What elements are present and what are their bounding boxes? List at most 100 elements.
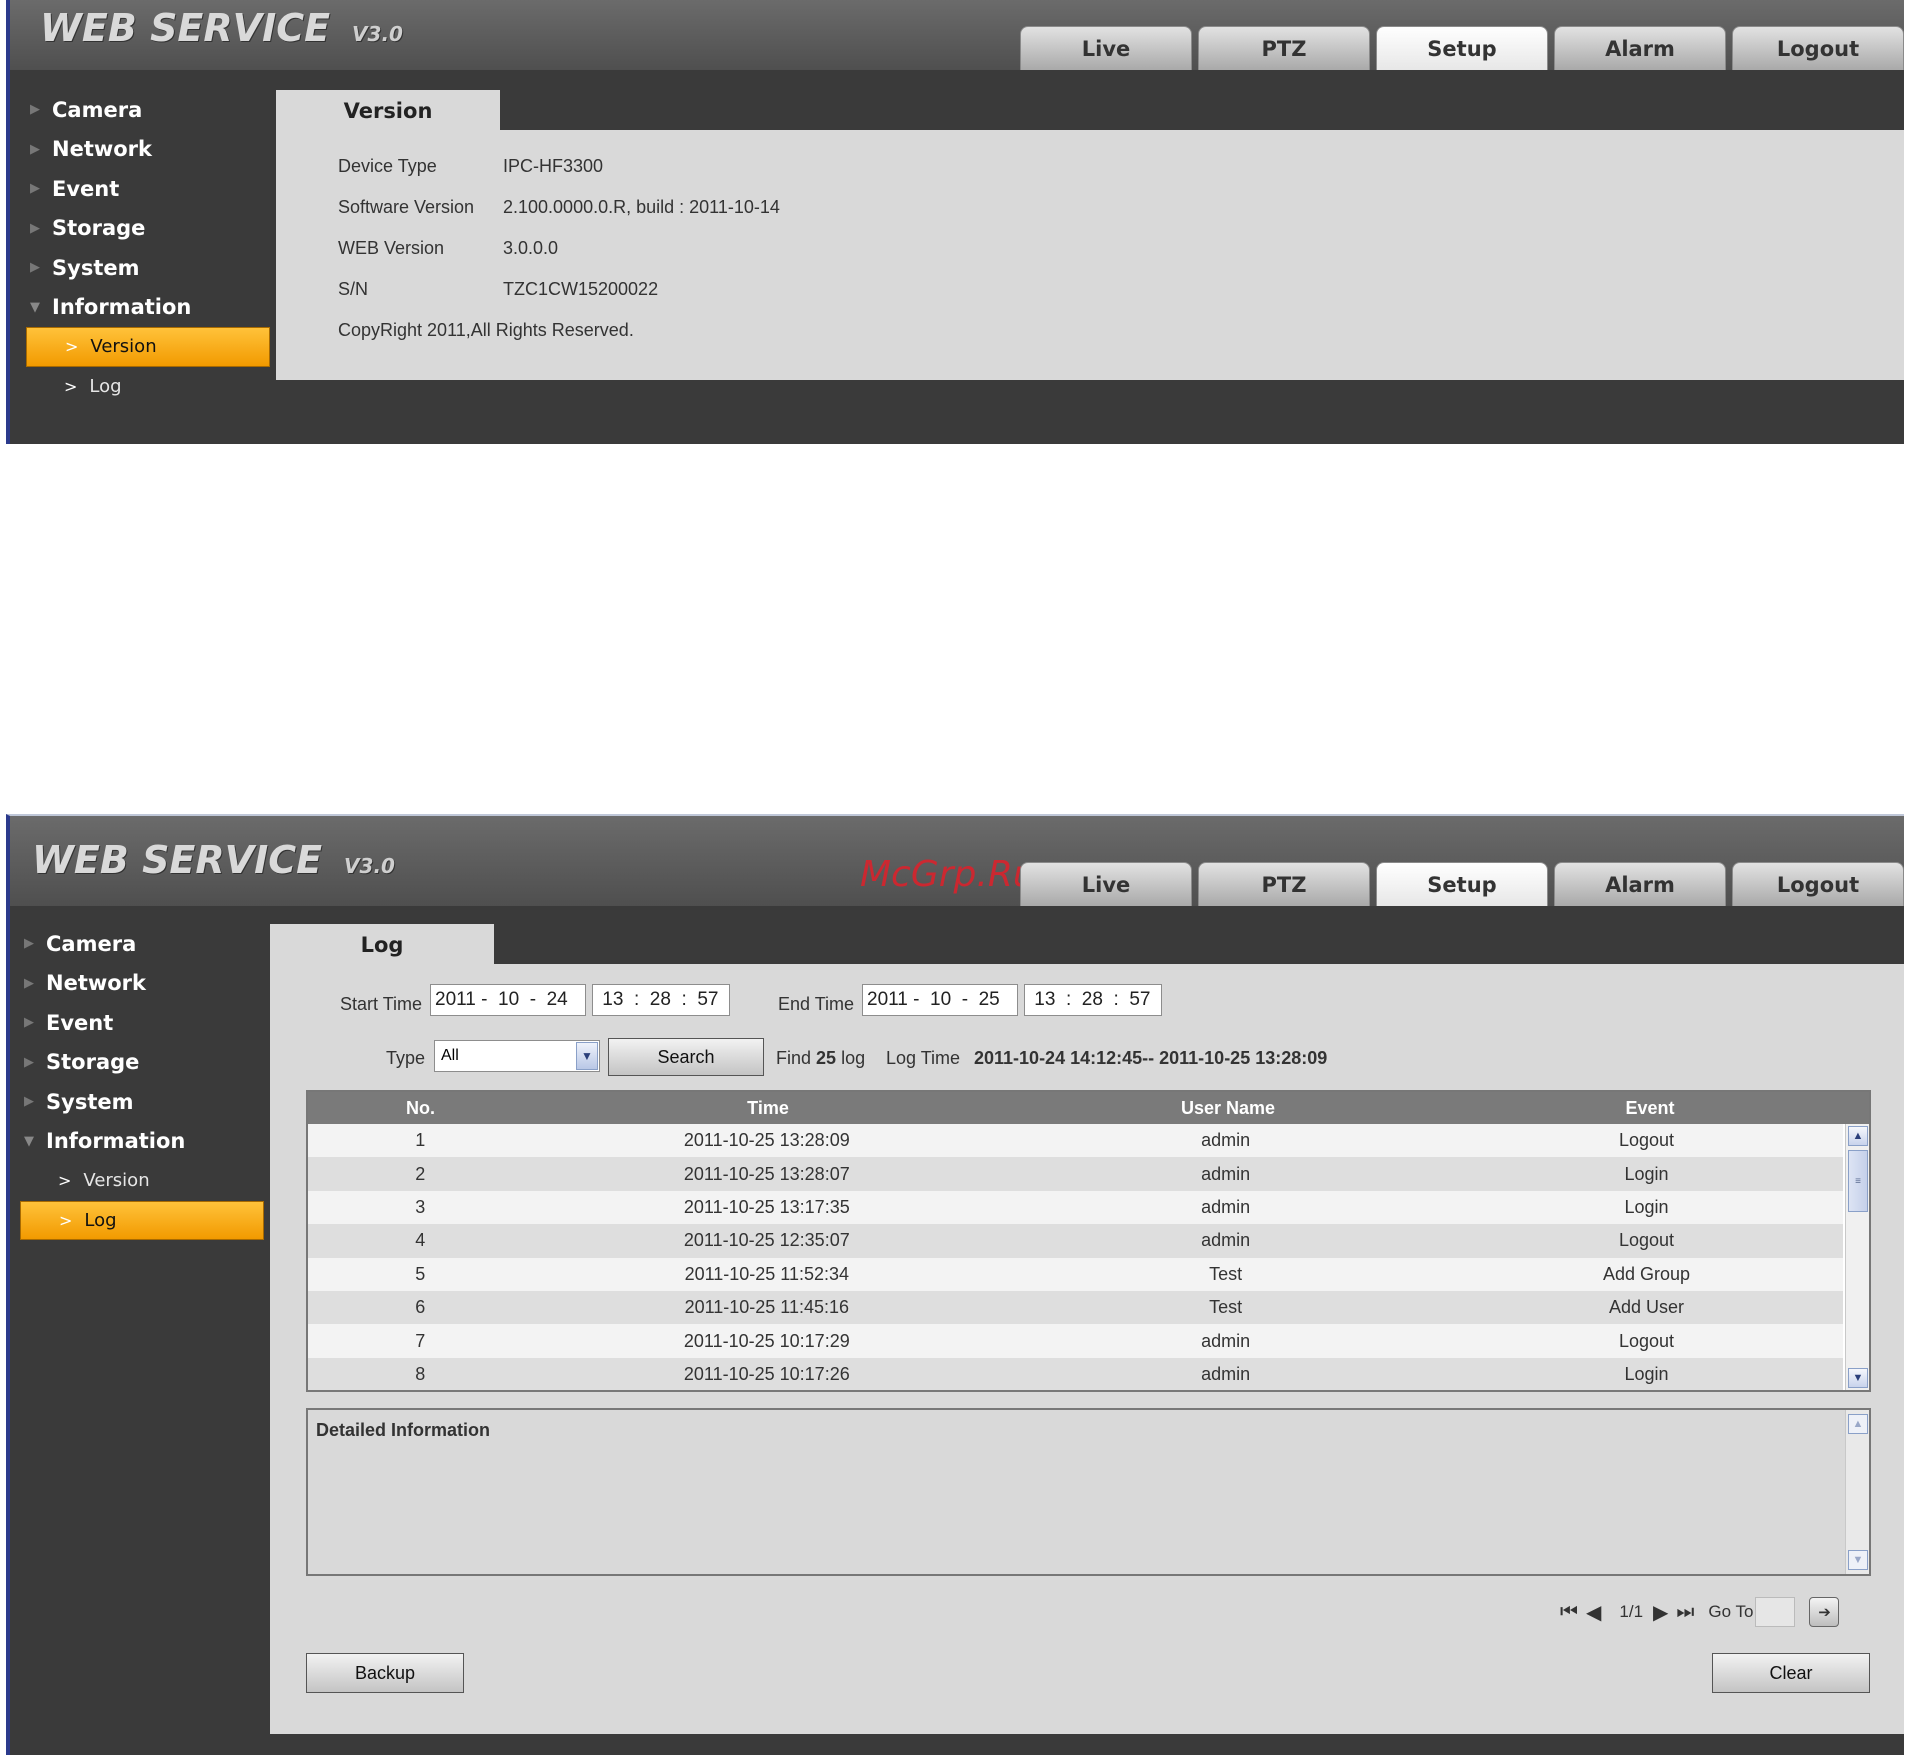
cell-time: 2011-10-25 11:45:16 [684, 1297, 850, 1318]
sidebar-item-network[interactable]: ▶ Network [10, 130, 270, 170]
start-date-field[interactable]: 2011 - 10 - 24 [430, 984, 586, 1016]
scroll-down-icon[interactable]: ▼ [1848, 1550, 1868, 1570]
nav-tab-setup[interactable]: Setup [1376, 862, 1548, 906]
start-time-field[interactable]: 13 : 28 : 57 [592, 984, 730, 1016]
start-time-label: Start Time [340, 994, 423, 1014]
nav-tab-live[interactable]: Live [1020, 26, 1192, 70]
sidebar-item-storage[interactable]: ▶ Storage [10, 1043, 264, 1083]
first-page-icon[interactable]: ⏮ [1560, 1601, 1578, 1624]
cell-no: 5 [415, 1263, 426, 1284]
table-row[interactable]: 2 2011-10-25 13:28:07 admin Login [308, 1157, 1843, 1191]
table-body: 1 2011-10-25 13:28:09 admin Logout 2 2011-10… [308, 1124, 1843, 1390]
sidebar-subitem-log[interactable]: > Log [26, 367, 270, 407]
cell-time: 2011-10-25 11:52:34 [684, 1263, 850, 1284]
top-bar: WEB SERVICE V3.0 Live PTZ Setup Alarm Lo… [10, 0, 1904, 70]
chevron-right-icon: > [65, 337, 79, 357]
cell-user: Test [1209, 1263, 1243, 1284]
scroll-thumb[interactable]: ≡ [1848, 1150, 1868, 1212]
backup-button[interactable]: Backup [306, 1653, 464, 1693]
sidebar-item-camera[interactable]: ▶ Camera [10, 924, 264, 964]
search-button[interactable]: Search [608, 1038, 764, 1076]
page-indicator: 1/1 [1619, 1602, 1644, 1621]
triangle-right-icon: ▶ [30, 260, 40, 276]
cell-time: 2011-10-25 13:28:07 [683, 1163, 850, 1184]
table-row[interactable]: 4 2011-10-25 12:35:07 admin Logout [308, 1224, 1843, 1258]
goto-page-input[interactable] [1755, 1597, 1796, 1627]
chevron-right-icon: > [59, 1210, 73, 1230]
column-header-user-name[interactable]: User Name [1003, 1092, 1453, 1124]
cell-no: 4 [415, 1230, 426, 1251]
chevron-down-icon[interactable]: ▼ [576, 1042, 598, 1070]
cell-time: 2011-10-25 12:35:07 [683, 1230, 850, 1251]
table-row[interactable]: 6 2011-10-25 11:45:16 Test Add User [308, 1290, 1843, 1325]
table-scrollbar[interactable]: ▲ ≡ ▼ [1845, 1124, 1869, 1390]
sidebar-item-system[interactable]: ▶ System [10, 1082, 264, 1122]
triangle-right-icon: ▶ [30, 220, 40, 236]
nav-tab-alarm[interactable]: Alarm [1554, 26, 1726, 70]
sidebar-item-network[interactable]: ▶ Network [10, 964, 264, 1004]
sidebar-item-information[interactable]: ▼ Information [10, 1122, 264, 1162]
cell-event: Login [1624, 1363, 1669, 1384]
detail-scrollbar[interactable]: ▲ ▼ [1845, 1410, 1869, 1574]
table-row[interactable]: 5 2011-10-25 11:52:34 Test Add Group [308, 1257, 1843, 1291]
find-count-text: Find 25 log [776, 1048, 866, 1068]
cell-user: admin [1201, 1363, 1251, 1384]
copyright-text: CopyRight 2011,All Rights Reserved. [338, 320, 634, 340]
cell-time: 2011-10-25 10:17:29 [683, 1330, 850, 1351]
table-row[interactable]: 3 2011-10-25 13:17:35 admin Login [308, 1190, 1843, 1225]
column-header-time[interactable]: Time [533, 1092, 1003, 1124]
clear-button[interactable]: Clear [1712, 1653, 1870, 1693]
pagination: ⏮ ◀ 1/1 ▶ ⏭ Go To ➔ [1560, 1596, 1840, 1628]
sidebar-subitem-version[interactable]: > Version [20, 1161, 264, 1201]
end-time-field[interactable]: 13 : 28 : 57 [1024, 984, 1162, 1016]
cell-user: Test [1209, 1297, 1243, 1318]
info-row-serial-number: S/N TZC1CW15200022 [338, 279, 659, 299]
goto-arrow-icon[interactable]: ➔ [1809, 1597, 1840, 1627]
cell-time: 2011-10-25 10:17:26 [683, 1363, 850, 1384]
scroll-down-icon[interactable]: ▼ [1848, 1368, 1868, 1388]
prev-page-icon[interactable]: ◀ [1586, 1600, 1601, 1625]
end-date-field[interactable]: 2011 - 10 - 25 [862, 984, 1018, 1016]
sidebar-subitem-version[interactable]: > Version [26, 327, 270, 367]
table-row[interactable]: 7 2011-10-25 10:17:29 admin Logout [308, 1324, 1843, 1358]
nav-tab-setup[interactable]: Setup [1376, 26, 1548, 70]
triangle-right-icon: ▶ [24, 975, 34, 991]
table-row[interactable]: 1 2011-10-25 13:28:09 admin Logout [308, 1124, 1843, 1158]
nav-tab-logout[interactable]: Logout [1732, 26, 1904, 70]
sidebar-subitem-log[interactable]: > Log [20, 1200, 264, 1240]
sidebar-item-storage[interactable]: ▶ Storage [10, 209, 270, 249]
cell-no: 1 [415, 1130, 426, 1151]
nav-tab-ptz[interactable]: PTZ [1198, 862, 1370, 906]
sidebar-item-system[interactable]: ▶ System [10, 248, 270, 288]
sidebar-item-camera[interactable]: ▶ Camera [10, 90, 270, 130]
cell-user: admin [1201, 1196, 1251, 1217]
log-time-value: 2011-10-24 14:12:45-- 2011-10-25 13:28:0… [974, 1048, 1328, 1068]
logo: WEB SERVICE V3.0 [32, 838, 395, 882]
scroll-up-icon[interactable]: ▲ [1848, 1414, 1868, 1434]
tab-log[interactable]: Log [270, 924, 494, 966]
nav-tab-alarm[interactable]: Alarm [1554, 862, 1726, 906]
triangle-right-icon: ▶ [30, 102, 40, 118]
cell-event: Add User [1608, 1297, 1685, 1318]
sidebar-item-information[interactable]: ▼ Information [10, 288, 270, 328]
cell-event: Logout [1618, 1130, 1675, 1151]
sidebar: ▶ Camera ▶ Network ▶ Event ▶ Storage ▶ System… [10, 90, 270, 444]
table-row[interactable]: 8 2011-10-25 10:17:26 admin Login [308, 1357, 1843, 1390]
scroll-up-icon[interactable]: ▲ [1848, 1126, 1868, 1146]
cell-no: 3 [415, 1196, 426, 1217]
last-page-icon[interactable]: ⏭ [1676, 1601, 1694, 1624]
sidebar-item-event[interactable]: ▶ Event [10, 169, 270, 209]
nav-tab-ptz[interactable]: PTZ [1198, 26, 1370, 70]
tab-version[interactable]: Version [276, 90, 500, 132]
column-header-event[interactable]: Event [1453, 1092, 1847, 1124]
table-header: No. Time User Name Event [308, 1092, 1869, 1124]
nav-tab-logout[interactable]: Logout [1732, 862, 1904, 906]
cell-event: Logout [1618, 1330, 1675, 1351]
next-page-icon[interactable]: ▶ [1653, 1600, 1668, 1625]
nav-tab-live[interactable]: Live [1020, 862, 1192, 906]
type-select[interactable]: All ▼ [434, 1040, 600, 1072]
column-header-no[interactable]: No. [308, 1092, 533, 1124]
info-row-web-version: WEB Version 3.0.0.0 [338, 238, 559, 258]
cell-event: Logout [1618, 1230, 1675, 1251]
sidebar-item-event[interactable]: ▶ Event [10, 1003, 264, 1043]
